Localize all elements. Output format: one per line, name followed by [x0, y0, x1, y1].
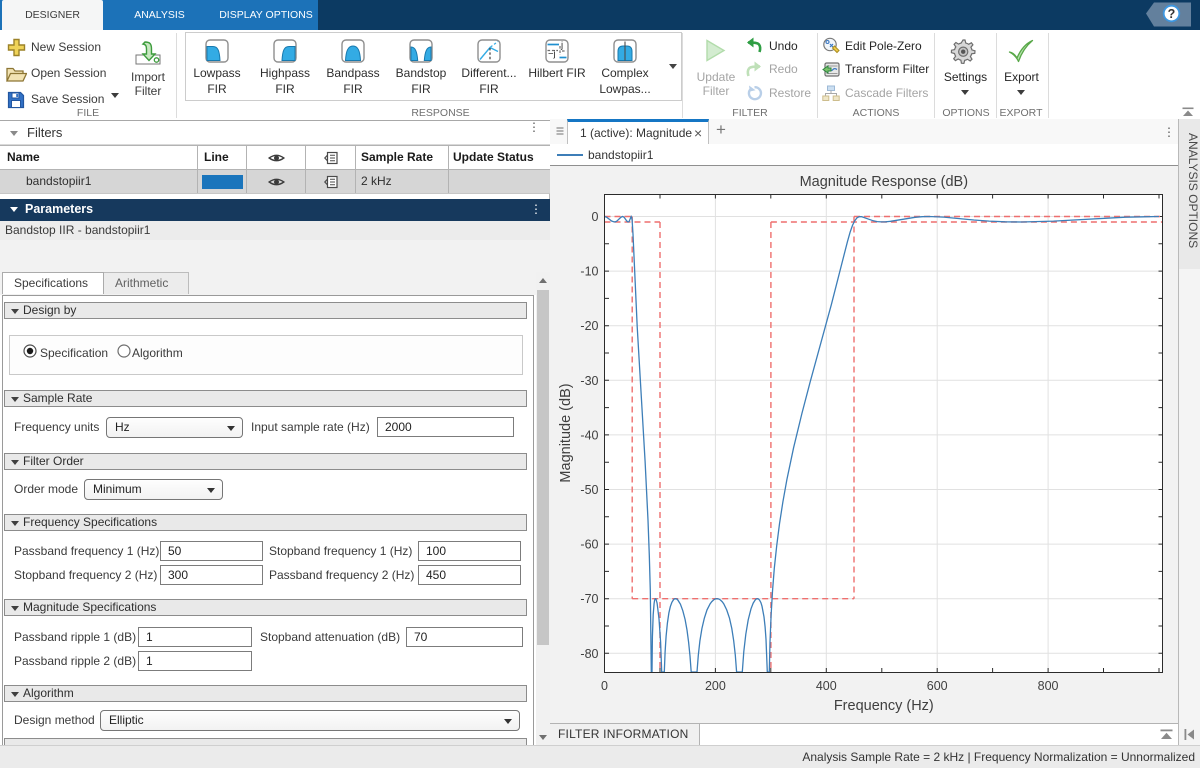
svg-text:-30: -30	[580, 374, 598, 388]
svg-text:0: 0	[601, 679, 608, 693]
svg-text:0: 0	[592, 210, 599, 224]
svg-text:400: 400	[816, 679, 837, 693]
svg-text:200: 200	[705, 679, 726, 693]
svg-text:-10: -10	[580, 265, 598, 279]
svg-text:-70: -70	[580, 592, 598, 606]
svg-text:Magnitude Response (dB): Magnitude Response (dB)	[800, 174, 968, 190]
svg-text:j: j	[560, 40, 563, 51]
svg-text:-80: -80	[580, 647, 598, 661]
svg-text:-50: -50	[580, 483, 598, 497]
svg-text:Frequency (Hz): Frequency (Hz)	[834, 698, 934, 714]
svg-text:800: 800	[1038, 679, 1059, 693]
svg-text:Magnitude (dB): Magnitude (dB)	[558, 383, 574, 482]
svg-text:600: 600	[927, 679, 948, 693]
svg-text:-60: -60	[580, 538, 598, 552]
svg-text:?: ?	[1168, 7, 1176, 21]
svg-text:-40: -40	[580, 428, 598, 442]
svg-text:-20: -20	[580, 319, 598, 333]
svg-text:−j: −j	[548, 49, 556, 60]
